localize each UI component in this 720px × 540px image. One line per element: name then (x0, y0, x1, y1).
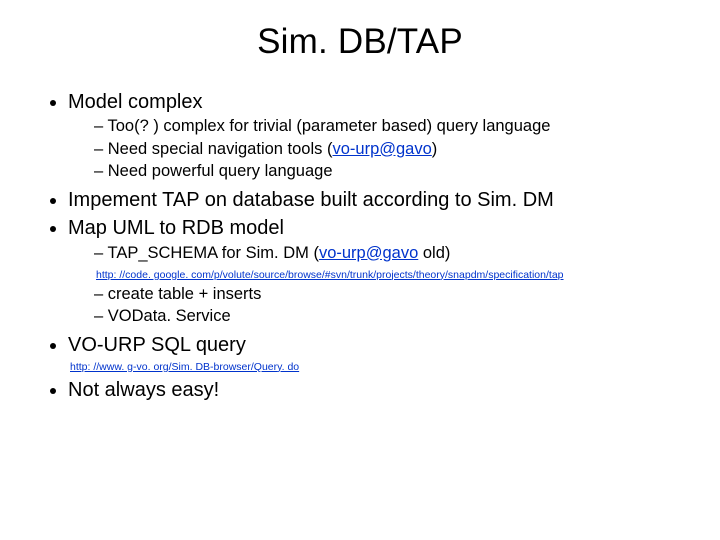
sub-text-pre: Need special navigation tools ( (108, 140, 333, 158)
bullet-list-cont: create table + inserts VOData. Service V… (40, 284, 680, 362)
sub-create-table: create table + inserts (94, 284, 680, 305)
sub-need-nav-tools: Need special navigation tools (vo-urp@ga… (94, 139, 680, 160)
sub-need-query-lang: Need powerful query language (94, 161, 680, 182)
bullet-map-uml: Map UML to RDB model TAP_SCHEMA for Sim.… (68, 216, 680, 264)
bullet-vo-urp-sql: VO-URP SQL query (68, 333, 680, 357)
sub-list: TAP_SCHEMA for Sim. DM (vo-urp@gavo old) (68, 243, 680, 264)
volute-url-link[interactable]: http: //code. google. com/p/volute/sourc… (40, 270, 680, 282)
bullet-label: Model complex (68, 91, 203, 113)
bullet-list-cont2: Not always easy! (40, 378, 680, 406)
bullet-list: Model complex Too(? ) complex for trivia… (40, 90, 680, 270)
sub-vodata-service: VOData. Service (94, 306, 680, 327)
sub-text-post: old) (418, 244, 450, 262)
sub-tap-schema: TAP_SCHEMA for Sim. DM (vo-urp@gavo old) (94, 243, 680, 264)
vo-urp-link[interactable]: vo-urp@gavo (319, 244, 418, 262)
bullet-label: Map UML to RDB model (68, 217, 284, 239)
sub-list: create table + inserts VOData. Service (68, 284, 680, 327)
bullet-map-uml-cont: create table + inserts VOData. Service (68, 284, 680, 327)
slide: Sim. DB/TAP Model complex Too(? ) comple… (0, 0, 720, 540)
bullet-model-complex: Model complex Too(? ) complex for trivia… (68, 90, 680, 182)
slide-title: Sim. DB/TAP (40, 22, 680, 62)
sub-text-post: ) (432, 140, 438, 158)
sub-too-complex: Too(? ) complex for trivial (parameter b… (94, 116, 680, 137)
bullet-implement-tap: Impement TAP on database built according… (68, 188, 680, 212)
simdb-browser-url-link[interactable]: http: //www. g-vo. org/Sim. DB-browser/Q… (40, 362, 680, 374)
sub-text-pre: TAP_SCHEMA for Sim. DM ( (107, 244, 318, 262)
bullet-not-always-easy: Not always easy! (68, 378, 680, 402)
sub-list: Too(? ) complex for trivial (parameter b… (68, 116, 680, 181)
vo-urp-link[interactable]: vo-urp@gavo (332, 140, 431, 158)
